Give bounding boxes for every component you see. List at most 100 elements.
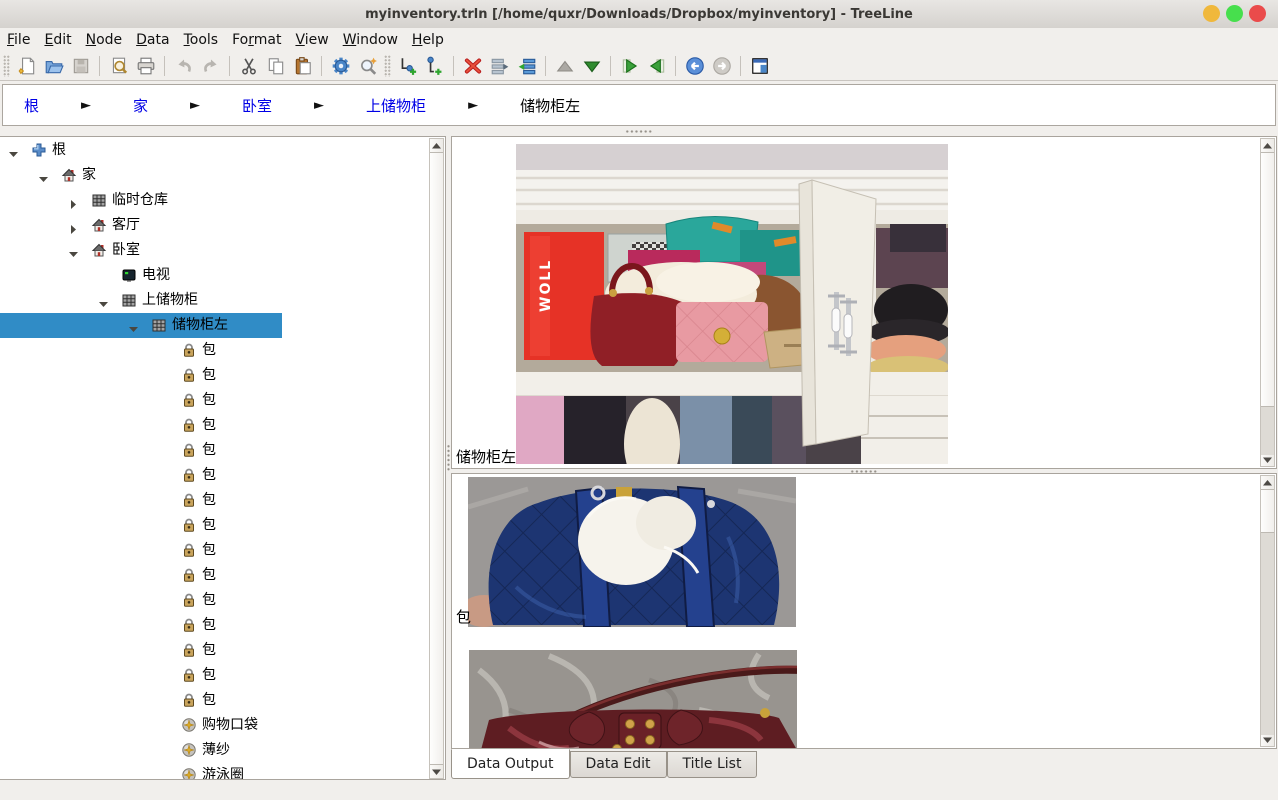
menu-item-format[interactable]: Format xyxy=(226,30,287,50)
tab-title-list[interactable]: Title List xyxy=(667,751,758,778)
arrow-up-icon xyxy=(1263,480,1272,486)
indent-node-button[interactable] xyxy=(514,54,539,79)
expand-arrow-right-icon[interactable] xyxy=(68,220,79,239)
tree-item-19[interactable]: 包 xyxy=(0,613,429,638)
bottom-panel-scrollbar[interactable] xyxy=(1260,475,1275,747)
open-file-button[interactable] xyxy=(41,54,66,79)
expand-arrow-down-icon[interactable] xyxy=(68,245,79,264)
tree-item-21[interactable]: 包 xyxy=(0,663,429,688)
menu-item-file[interactable]: File xyxy=(1,30,36,50)
tree-item-10[interactable]: 包 xyxy=(0,388,429,413)
cut-button[interactable] xyxy=(236,54,261,79)
move-down-button[interactable] xyxy=(579,54,604,79)
tree-item-label: 包 xyxy=(202,663,216,688)
tree-item-13[interactable]: 包 xyxy=(0,463,429,488)
scroll-down-button[interactable] xyxy=(1261,453,1274,466)
insert-sibling-button[interactable] xyxy=(395,54,420,79)
scrollbar-track[interactable] xyxy=(1261,533,1274,735)
scroll-down-button[interactable] xyxy=(1261,733,1274,746)
tree-item-0[interactable]: 根 xyxy=(0,138,429,163)
tree-item-3[interactable]: 客厅 xyxy=(0,213,429,238)
expand-arrow-down-icon[interactable] xyxy=(98,295,109,314)
new-file-button[interactable] xyxy=(14,54,39,79)
expand-arrow-down-icon[interactable] xyxy=(128,320,139,339)
move-up-button[interactable] xyxy=(552,54,577,79)
tree-item-14[interactable]: 包 xyxy=(0,488,429,513)
tree-item-23[interactable]: 购物口袋 xyxy=(0,713,429,738)
redo-button[interactable] xyxy=(198,54,223,79)
save-file-button[interactable] xyxy=(68,54,93,79)
print-preview-button[interactable] xyxy=(106,54,131,79)
print-button[interactable] xyxy=(133,54,158,79)
unindent-node-button[interactable] xyxy=(487,54,512,79)
tree-item-7[interactable]: 储物柜左 xyxy=(0,313,429,338)
configure-types-icon xyxy=(331,56,351,76)
breadcrumb-item-2[interactable]: 卧室 xyxy=(221,95,293,116)
scroll-down-button[interactable] xyxy=(430,765,443,778)
go-forward-button[interactable] xyxy=(709,54,734,79)
tree-item-25[interactable]: 游泳圈 xyxy=(0,763,429,780)
top-panel-scrollbar-thumb[interactable] xyxy=(1261,152,1274,407)
bottom-panel-scrollbar-thumb[interactable] xyxy=(1261,489,1274,533)
tab-data-edit[interactable]: Data Edit xyxy=(570,751,667,778)
breadcrumb-item-1[interactable]: 家 xyxy=(112,95,169,116)
tree-item-label: 包 xyxy=(202,388,216,413)
tree-item-20[interactable]: 包 xyxy=(0,638,429,663)
expand-arrow-down-icon[interactable] xyxy=(38,170,49,189)
tab-data-output[interactable]: Data Output xyxy=(451,749,570,779)
scrollbar-track[interactable] xyxy=(1261,407,1274,455)
breadcrumb-item-0[interactable]: 根 xyxy=(3,95,60,116)
show-data-output-icon xyxy=(750,56,770,76)
menu-item-window[interactable]: Window xyxy=(337,30,404,50)
maximize-button[interactable] xyxy=(1226,5,1243,22)
go-back-button[interactable] xyxy=(682,54,707,79)
tree-item-1[interactable]: 家 xyxy=(0,163,429,188)
expand-arrow-down-icon[interactable] xyxy=(8,145,19,164)
tree-item-15[interactable]: 包 xyxy=(0,513,429,538)
tree-item-12[interactable]: 包 xyxy=(0,438,429,463)
toolbar-drag-handle[interactable] xyxy=(384,55,391,77)
tree-item-2[interactable]: 临时仓库 xyxy=(0,188,429,213)
tree-item-22[interactable]: 包 xyxy=(0,688,429,713)
next-node-button[interactable] xyxy=(617,54,642,79)
menu-item-data[interactable]: Data xyxy=(130,30,175,50)
menu-item-node[interactable]: Node xyxy=(80,30,129,50)
paste-button[interactable] xyxy=(290,54,315,79)
tree-item-4[interactable]: 卧室 xyxy=(0,238,429,263)
top-panel-scrollbar[interactable] xyxy=(1260,138,1275,467)
tree-item-17[interactable]: 包 xyxy=(0,563,429,588)
undo-button[interactable] xyxy=(171,54,196,79)
menu-item-view[interactable]: View xyxy=(289,30,334,50)
tree-scrollbar-thumb[interactable] xyxy=(430,152,443,765)
copy-button[interactable] xyxy=(263,54,288,79)
insert-child-button[interactable] xyxy=(422,54,447,79)
breadcrumb-splitter[interactable] xyxy=(0,126,1278,136)
tree-item-16[interactable]: 包 xyxy=(0,538,429,563)
menu-item-help[interactable]: Help xyxy=(406,30,450,50)
toolbar-drag-handle[interactable] xyxy=(3,55,10,77)
menu-item-edit[interactable]: Edit xyxy=(38,30,77,50)
tree-item-8[interactable]: 包 xyxy=(0,338,429,363)
show-data-output-button[interactable] xyxy=(747,54,772,79)
scroll-up-button[interactable] xyxy=(430,139,443,152)
find-button[interactable] xyxy=(355,54,380,79)
minimize-button[interactable] xyxy=(1203,5,1220,22)
expand-arrow-right-icon[interactable] xyxy=(68,195,79,214)
tree-item-5[interactable]: 电视 xyxy=(0,263,429,288)
delete-node-button[interactable] xyxy=(460,54,485,79)
close-button[interactable] xyxy=(1249,5,1266,22)
tree-item-11[interactable]: 包 xyxy=(0,413,429,438)
menu-item-tools[interactable]: Tools xyxy=(178,30,225,50)
tree-item-18[interactable]: 包 xyxy=(0,588,429,613)
scroll-up-button[interactable] xyxy=(1261,476,1274,489)
prev-node-button[interactable] xyxy=(644,54,669,79)
scroll-up-button[interactable] xyxy=(1261,139,1274,152)
tree-item-9[interactable]: 包 xyxy=(0,363,429,388)
tree-item-6[interactable]: 上储物柜 xyxy=(0,288,429,313)
tree-scrollbar[interactable] xyxy=(429,138,444,779)
configure-types-button[interactable] xyxy=(328,54,353,79)
menu-label-mnemonic: F xyxy=(7,32,14,48)
breadcrumb-item-3[interactable]: 上储物柜 xyxy=(345,95,447,116)
breadcrumb: 根►家►卧室►上储物柜►储物柜左 xyxy=(2,84,1276,126)
tree-item-24[interactable]: 薄纱 xyxy=(0,738,429,763)
